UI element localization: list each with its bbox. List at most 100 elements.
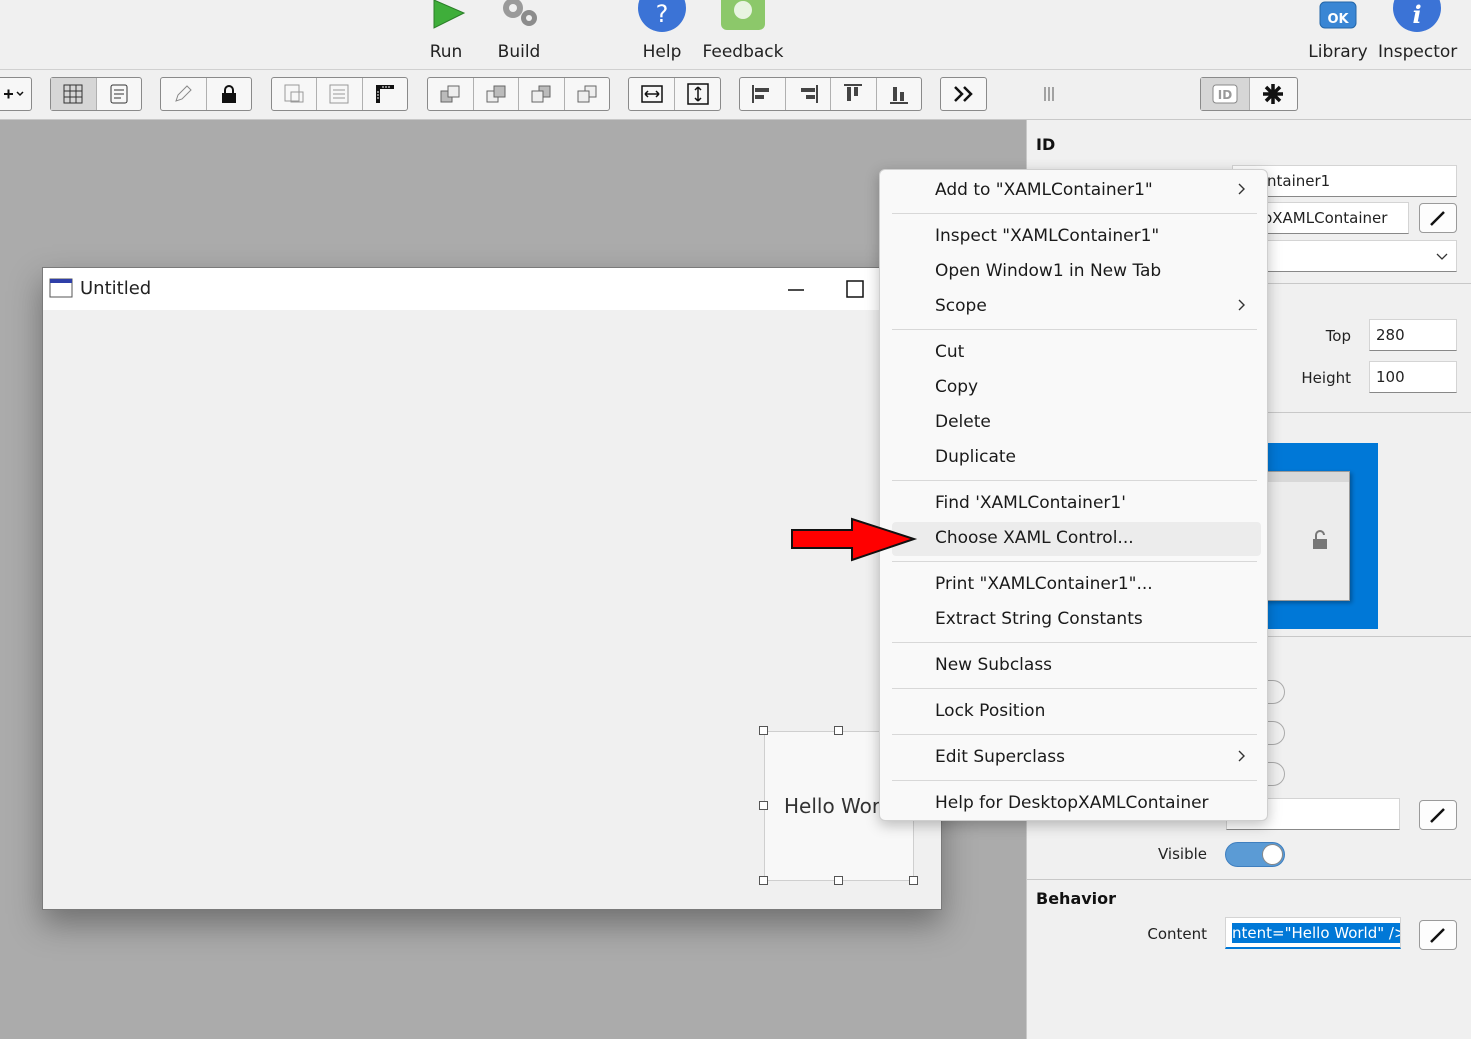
chevron-right-icon	[1238, 750, 1245, 762]
resize-handle[interactable]	[759, 726, 768, 735]
inspector-button[interactable]: i Inspector	[1378, 0, 1457, 68]
menu-item-open-new-tab[interactable]: Open Window1 in New Tab	[892, 255, 1261, 289]
gear-icon	[1263, 84, 1284, 104]
align-left-button[interactable]	[740, 78, 786, 110]
menu-separator	[892, 734, 1257, 735]
size-segment	[628, 77, 721, 111]
tab-order-icon	[329, 84, 349, 104]
help-label: Help	[642, 42, 682, 62]
more-tools-button[interactable]	[940, 77, 987, 111]
drag-grip-icon[interactable]	[1042, 86, 1056, 102]
chevron-right-icon	[1238, 183, 1245, 195]
menu-item-edit-superclass[interactable]: Edit Superclass	[892, 741, 1261, 775]
menu-item-extract-strings[interactable]: Extract String Constants	[892, 603, 1261, 637]
resize-handle[interactable]	[834, 876, 843, 885]
ruler-icon	[375, 85, 394, 103]
menu-separator	[892, 561, 1257, 562]
feedback-icon	[721, 0, 765, 30]
menu-item-cut[interactable]: Cut	[892, 336, 1261, 370]
arrange-segment	[427, 77, 610, 111]
feedback-label: Feedback	[702, 42, 784, 62]
help-button[interactable]: ? Help	[630, 0, 694, 68]
toggle-knob	[1262, 844, 1283, 865]
edit-content-button[interactable]	[1419, 920, 1457, 950]
menu-item-label: Scope	[935, 296, 987, 316]
minimize-icon[interactable]	[786, 280, 806, 300]
id-icon: ID	[1212, 84, 1238, 104]
visible-toggle[interactable]	[1225, 842, 1285, 867]
tab-order-button[interactable]	[317, 78, 363, 110]
library-icon: OK	[1319, 1, 1357, 29]
menu-item-label: Print "XAMLContainer1"...	[935, 574, 1153, 594]
content-field[interactable]: ntent="Hello World" />	[1225, 917, 1401, 949]
layout-toolbar	[0, 70, 1026, 120]
resize-handle[interactable]	[834, 726, 843, 735]
grid-view-button[interactable]	[51, 78, 97, 110]
align-bottom-icon	[889, 87, 908, 104]
bring-front-button[interactable]	[428, 78, 474, 110]
top-label: Top	[1325, 327, 1351, 345]
menu-item-print[interactable]: Print "XAMLContainer1"...	[892, 568, 1261, 602]
align-top-button[interactable]	[831, 78, 877, 110]
build-button[interactable]: Build	[488, 0, 550, 68]
container-icon	[284, 84, 304, 103]
library-button[interactable]: OK Library	[1306, 0, 1370, 68]
bring-forward-button[interactable]	[474, 78, 519, 110]
advanced-tab[interactable]	[1250, 78, 1298, 110]
resize-handle[interactable]	[759, 876, 768, 885]
align-right-button[interactable]	[786, 78, 831, 110]
align-bottom-button[interactable]	[877, 78, 922, 110]
lock-button[interactable]	[207, 78, 252, 110]
run-button[interactable]: Run	[416, 0, 476, 68]
menu-item-label: Open Window1 in New Tab	[935, 261, 1162, 281]
pencil-icon	[175, 85, 192, 102]
menu-item-delete[interactable]: Delete	[892, 406, 1261, 440]
menu-item-lock-position[interactable]: Lock Position	[892, 695, 1261, 729]
menu-item-new-subclass[interactable]: New Subclass	[892, 649, 1261, 683]
resize-handle[interactable]	[909, 876, 918, 885]
resize-handle[interactable]	[759, 801, 768, 810]
menu-item-choose-xaml-control[interactable]: Choose XAML Control...	[892, 522, 1261, 556]
svg-text:i: i	[1412, 0, 1421, 29]
menu-item-find[interactable]: Find 'XAMLContainer1'	[892, 487, 1261, 521]
divider	[1027, 879, 1471, 880]
menu-item-label: Inspect "XAMLContainer1"	[935, 226, 1160, 246]
help-icon: ?	[638, 0, 686, 32]
content-value: ntent="Hello World" />	[1232, 923, 1400, 943]
edit-super-button[interactable]	[1419, 203, 1457, 233]
list-view-button[interactable]	[97, 78, 142, 110]
menu-item-duplicate[interactable]: Duplicate	[892, 441, 1261, 475]
menu-item-label: Find 'XAMLContainer1'	[935, 493, 1126, 513]
double-chevron-right-icon	[941, 78, 986, 110]
send-back-button[interactable]	[565, 78, 610, 110]
menu-item-scope[interactable]: Scope	[892, 290, 1261, 324]
height-field[interactable]: 100	[1369, 361, 1457, 393]
ruler-button[interactable]	[363, 78, 407, 110]
context-menu: Add to "XAMLContainer1" Inspect "XAMLCon…	[879, 169, 1268, 821]
visible-label: Visible	[1158, 845, 1207, 863]
add-dropdown-button[interactable]	[0, 77, 32, 111]
run-icon	[433, 0, 466, 29]
fill-height-icon	[686, 83, 709, 105]
menu-item-copy[interactable]: Copy	[892, 371, 1261, 405]
library-label: Library	[1308, 42, 1368, 62]
menu-item-help-for[interactable]: Help for DesktopXAMLContainer	[892, 787, 1261, 821]
lock-icon[interactable]	[1312, 530, 1328, 550]
fill-height-button[interactable]	[675, 78, 720, 110]
menu-item-label: Add to "XAMLContainer1"	[935, 180, 1153, 200]
feedback-button[interactable]: Feedback	[702, 0, 784, 68]
embed-button[interactable]	[272, 78, 318, 110]
edit-button[interactable]	[161, 78, 207, 110]
svg-text:?: ?	[656, 0, 669, 28]
menu-item-add-to[interactable]: Add to "XAMLContainer1"	[892, 174, 1261, 208]
top-field[interactable]: 280	[1369, 319, 1457, 351]
menu-item-inspect[interactable]: Inspect "XAMLContainer1"	[892, 220, 1261, 254]
edit-lock-segment	[160, 77, 252, 111]
bring-forward-icon	[486, 85, 506, 103]
fill-width-button[interactable]	[629, 78, 675, 110]
id-tab[interactable]: ID	[1201, 78, 1250, 110]
menu-separator	[892, 780, 1257, 781]
edit-text-button[interactable]	[1419, 800, 1457, 830]
send-backward-button[interactable]	[519, 78, 565, 110]
maximize-icon[interactable]	[845, 279, 865, 299]
